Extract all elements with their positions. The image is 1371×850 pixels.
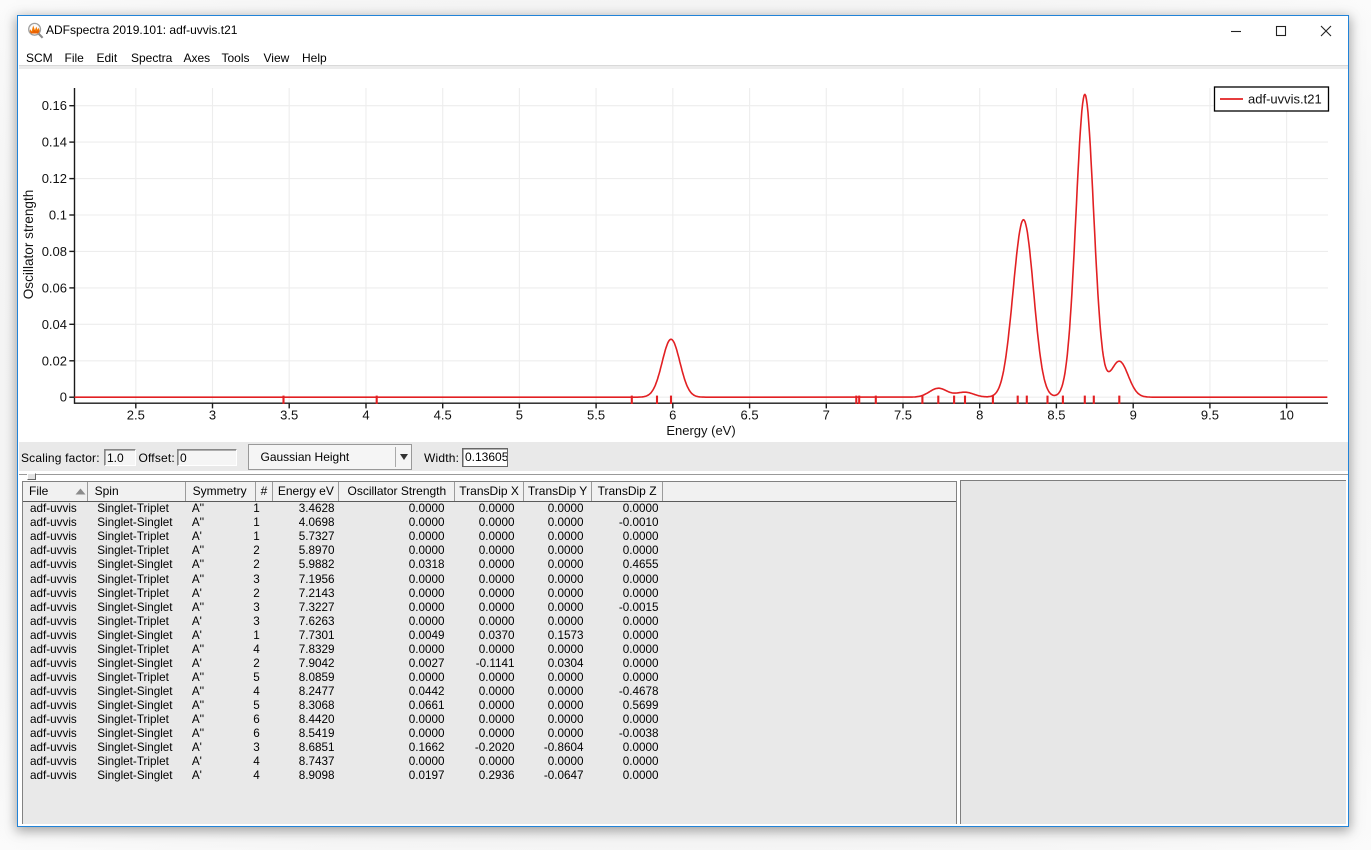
svg-text:Energy (eV): Energy (eV) [666,423,735,438]
svg-text:0.02: 0.02 [42,353,67,368]
svg-text:adf-uvvis.t21: adf-uvvis.t21 [1248,92,1322,107]
svg-text:5: 5 [516,408,523,423]
svg-text:0.12: 0.12 [42,171,67,186]
svg-text:7: 7 [823,408,830,423]
svg-text:9.5: 9.5 [1201,408,1219,423]
svg-text:8: 8 [976,408,983,423]
svg-text:7.5: 7.5 [894,408,912,423]
svg-text:0.14: 0.14 [42,135,67,150]
svg-text:0: 0 [60,390,67,405]
svg-text:6.5: 6.5 [741,408,759,423]
svg-text:3: 3 [209,408,216,423]
svg-text:2.5: 2.5 [127,408,145,423]
svg-text:5.5: 5.5 [587,408,605,423]
svg-text:0.08: 0.08 [42,244,67,259]
svg-text:0.06: 0.06 [42,280,67,295]
svg-text:9: 9 [1130,408,1137,423]
svg-text:6: 6 [669,408,676,423]
svg-text:0.04: 0.04 [42,317,67,332]
svg-text:4: 4 [362,408,369,423]
svg-text:0.16: 0.16 [42,98,67,113]
svg-text:8.5: 8.5 [1047,408,1065,423]
svg-text:10: 10 [1279,408,1293,423]
svg-text:3.5: 3.5 [280,408,298,423]
svg-text:4.5: 4.5 [434,408,452,423]
svg-text:Oscillator strength: Oscillator strength [21,190,36,300]
svg-text:0.1: 0.1 [49,208,67,223]
